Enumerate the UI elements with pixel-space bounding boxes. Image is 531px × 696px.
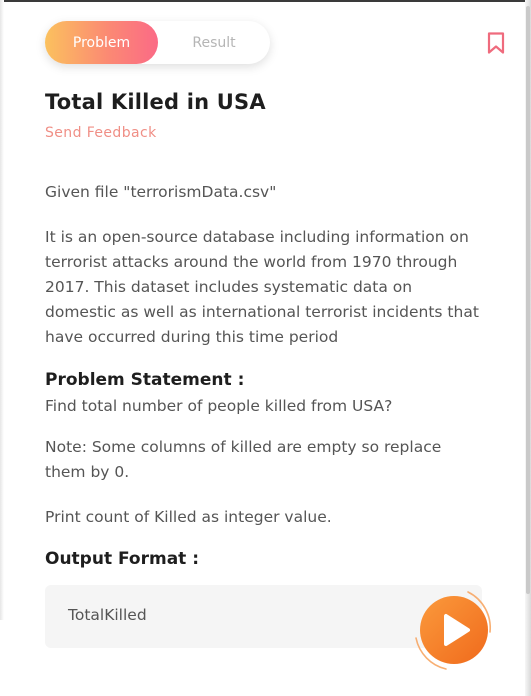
problem-title: Total Killed in USA [45, 90, 266, 114]
problem-page: Problem Result Total Killed in USA Send … [0, 0, 531, 696]
bookmark-icon[interactable] [486, 31, 506, 55]
output-format-heading: Output Format : [45, 549, 200, 569]
tab-problem[interactable]: Problem [45, 21, 158, 64]
play-icon [415, 591, 492, 670]
send-feedback-link[interactable]: Send Feedback [45, 125, 157, 141]
problem-statement-text: Find total number of people killed from … [45, 397, 393, 415]
card-left-edge [0, 0, 4, 620]
scrollbar[interactable] [526, 6, 530, 594]
note-text: Note: Some columns of killed are empty s… [45, 438, 442, 481]
run-button[interactable] [410, 586, 498, 674]
tab-result[interactable]: Result [158, 21, 270, 64]
print-instruction-text: Print count of Killed as integer value. [45, 508, 332, 526]
problem-statement-heading: Problem Statement : [45, 370, 245, 390]
output-format-value: TotalKilled [68, 606, 147, 624]
top-border [0, 0, 531, 2]
dataset-description: It is an open-source database including … [45, 228, 479, 346]
given-file-text: Given file "terrorismData.csv" [45, 183, 277, 201]
problem-result-toggle: Problem Result [45, 21, 270, 64]
